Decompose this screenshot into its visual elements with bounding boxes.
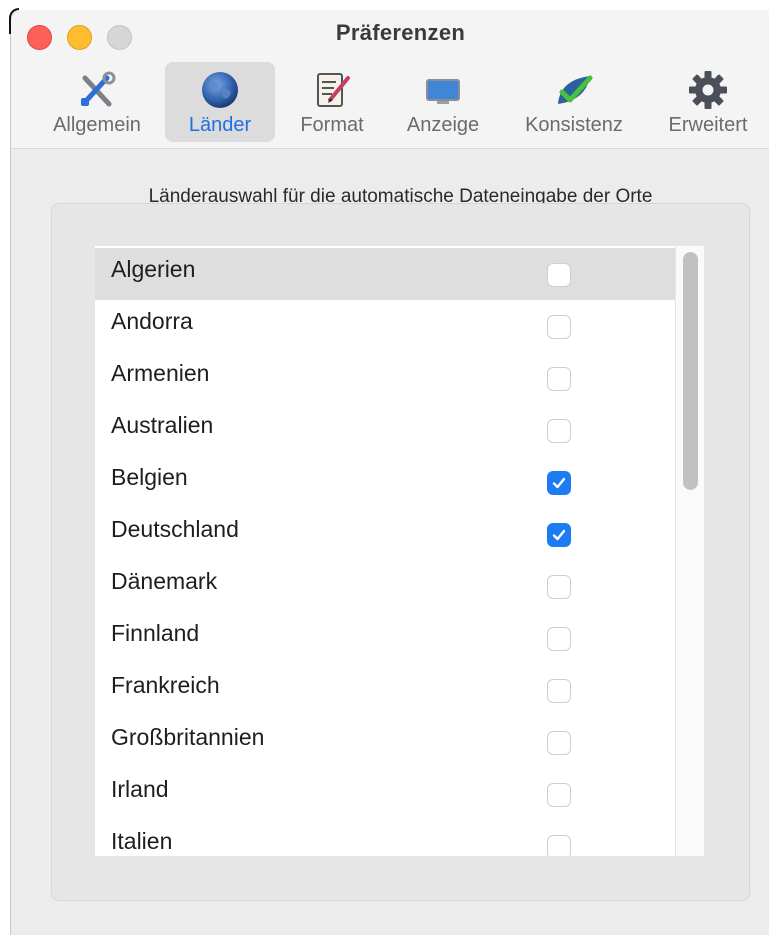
country-list[interactable]: Italien Irland Großbritannien Frankreich Fin… (95, 246, 704, 856)
preferences-window: Präferenzen Allgemein Länder Format Anze… (9, 8, 769, 935)
list-item[interactable]: Andorra (95, 300, 675, 352)
list-item[interactable]: Algerien (95, 248, 675, 300)
country-checkbox[interactable] (547, 471, 571, 495)
globe-icon (202, 72, 238, 108)
list-item[interactable]: Großbritannien (95, 716, 675, 768)
country-checkbox[interactable] (547, 523, 571, 547)
country-name: Algerien (111, 256, 196, 282)
list-item[interactable]: Dänemark (95, 560, 675, 612)
country-checkbox[interactable] (547, 731, 571, 755)
tab-format[interactable]: Format (287, 62, 377, 142)
country-checkbox[interactable] (547, 263, 571, 287)
country-checkbox[interactable] (547, 367, 571, 391)
country-name: Frankreich (111, 672, 220, 698)
country-name: Deutschland (111, 516, 239, 542)
tab-allgemein-label: Allgemein (53, 114, 141, 136)
tab-anzeige[interactable]: Anzeige (393, 62, 493, 142)
country-name: Finnland (111, 620, 200, 646)
country-name: Andorra (111, 308, 193, 334)
tab-laender[interactable]: Länder (165, 62, 275, 142)
country-checkbox[interactable] (547, 419, 571, 443)
vertical-scrollbar[interactable] (675, 246, 704, 856)
tab-erweitert[interactable]: Erweitert (653, 62, 763, 142)
document-edit-icon (317, 73, 350, 107)
country-name: Dänemark (111, 568, 218, 594)
country-checkbox[interactable] (547, 783, 571, 807)
tab-konsistenz-label: Konsistenz (525, 114, 623, 136)
list-item[interactable]: Deutschland (95, 508, 675, 560)
list-item[interactable]: Belgien (95, 456, 675, 508)
list-item[interactable]: Australien (95, 404, 675, 456)
country-checkbox[interactable] (547, 627, 571, 651)
gear-icon (689, 71, 727, 109)
country-checkbox[interactable] (547, 835, 571, 856)
list-item[interactable]: Finnland (95, 612, 675, 664)
list-item[interactable]: Armenien (95, 352, 675, 404)
country-name: Belgien (111, 464, 188, 490)
window-title: Präferenzen (335, 20, 466, 45)
tab-konsistenz[interactable]: Konsistenz (509, 62, 639, 142)
list-item[interactable]: Italien (95, 820, 675, 856)
checkmark-leaf-icon (558, 75, 593, 104)
tab-laender-label: Länder (188, 114, 252, 136)
country-checkbox[interactable] (547, 315, 571, 339)
country-checkbox[interactable] (547, 679, 571, 703)
tab-format-label: Format (300, 114, 364, 136)
tools-icon (81, 71, 116, 107)
scrollbar-thumb[interactable] (683, 252, 698, 490)
checkmark-icon (552, 477, 566, 489)
tab-erweitert-label: Erweitert (668, 114, 748, 136)
country-name: Armenien (111, 360, 210, 386)
tab-anzeige-label: Anzeige (406, 114, 480, 136)
country-name: Großbritannien (111, 724, 265, 750)
tab-allgemein[interactable]: Allgemein (41, 62, 153, 142)
country-name: Australien (111, 412, 214, 438)
title-bar: Präferenzen Allgemein Länder Format Anze… (11, 10, 769, 149)
country-name: Irland (111, 776, 169, 802)
country-checkbox[interactable] (547, 575, 571, 599)
display-icon (426, 79, 460, 104)
checkmark-icon (552, 529, 566, 541)
list-item[interactable]: Frankreich (95, 664, 675, 716)
country-name: Italien (111, 828, 173, 854)
list-item[interactable]: Irland (95, 768, 675, 820)
